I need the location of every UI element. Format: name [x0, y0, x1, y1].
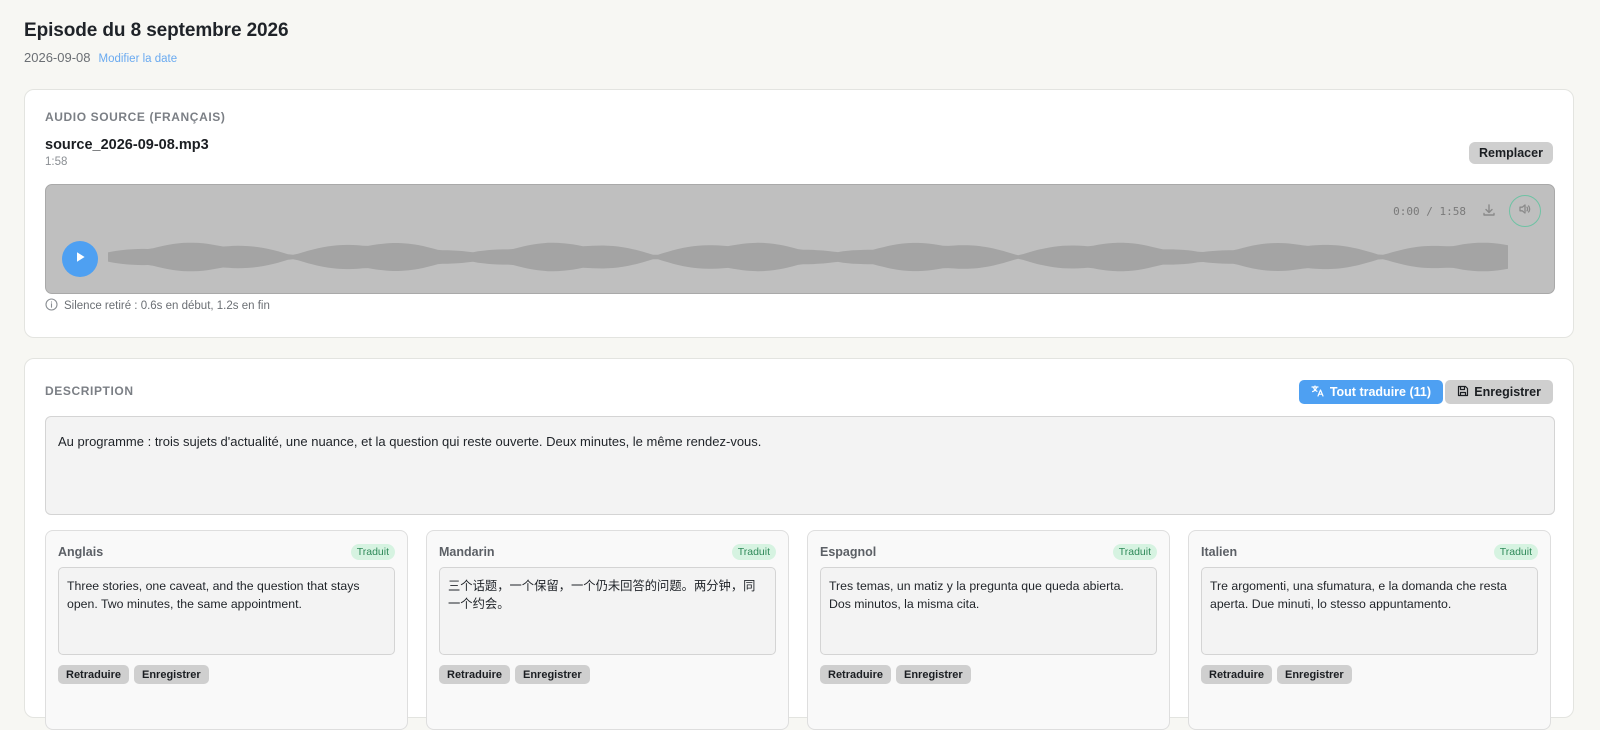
volume-icon — [1518, 202, 1532, 221]
language-name: Anglais — [58, 545, 104, 559]
edit-date-link[interactable]: Modifier la date — [99, 53, 178, 65]
save-translation-button[interactable]: Enregistrer — [896, 665, 971, 684]
waveform[interactable] — [108, 240, 1508, 274]
episode-date: 2026-09-08 — [24, 50, 91, 65]
retranslate-button[interactable]: Retraduire — [820, 665, 892, 684]
download-icon[interactable] — [1482, 203, 1496, 217]
audio-duration: 1:58 — [45, 156, 68, 168]
silence-note-text: Silence retiré : 0.6s en début, 1.2s en … — [64, 300, 270, 312]
description-card: DESCRIPTION Tout traduire (11) Enregistr… — [24, 358, 1574, 730]
translate-all-button[interactable]: Tout traduire (11) — [1298, 380, 1443, 404]
save-translation-button[interactable]: Enregistrer — [1277, 665, 1352, 684]
translate-icon — [1311, 384, 1325, 400]
player-timecode: 0:00 / 1:58 — [1393, 205, 1466, 218]
play-icon — [73, 250, 87, 269]
save-description-label: Enregistrer — [1474, 385, 1541, 399]
save-translation-button[interactable]: Enregistrer — [134, 665, 209, 684]
status-badge: Traduit — [1493, 544, 1538, 560]
save-icon — [1457, 385, 1469, 400]
status-badge: Traduit — [731, 544, 776, 560]
audio-section-label: AUDIO SOURCE (FRANÇAIS) — [45, 110, 226, 124]
language-name: Mandarin — [439, 545, 495, 559]
translate-all-label: Tout traduire (11) — [1329, 385, 1431, 399]
replace-button[interactable]: Remplacer — [1469, 142, 1553, 164]
save-translation-button[interactable]: Enregistrer — [515, 665, 590, 684]
status-badge: Traduit — [1112, 544, 1157, 560]
translation-card-espagnol: Espagnol Traduit Tres temas, un matiz y … — [807, 530, 1170, 730]
translation-text-field[interactable]: Three stories, one caveat, and the quest… — [58, 567, 395, 655]
description-text-field[interactable]: Au programme : trois sujets d'actualité,… — [45, 416, 1555, 515]
audio-player: 0:00 / 1:58 — [45, 184, 1555, 294]
translation-card-anglais: Anglais Traduit Three stories, one cavea… — [45, 530, 408, 730]
retranslate-button[interactable]: Retraduire — [439, 665, 511, 684]
page-title: Episode du 8 septembre 2026 — [24, 20, 289, 41]
translation-card-italien: Italien Traduit Tre argomenti, una sfuma… — [1188, 530, 1551, 730]
audio-filename: source_2026-09-08.mp3 — [45, 137, 209, 153]
silence-note: Silence retiré : 0.6s en début, 1.2s en … — [45, 298, 270, 314]
translation-text-field[interactable]: Tre argomenti, una sfumatura, e la doman… — [1201, 567, 1538, 655]
play-button[interactable] — [62, 241, 98, 277]
volume-button[interactable] — [1509, 195, 1541, 227]
episode-date-row: 2026-09-08 Modifier la date — [24, 50, 288, 65]
description-section-label: DESCRIPTION — [45, 384, 134, 398]
translation-card-mandarin: Mandarin Traduit 三个话题，一个保留，一个仍未回答的问题。两分钟… — [426, 530, 789, 730]
retranslate-button[interactable]: Retraduire — [1201, 665, 1273, 684]
status-badge: Traduit — [350, 544, 395, 560]
translation-text-field[interactable]: Tres temas, un matiz y la pregunta que q… — [820, 567, 1157, 655]
translation-text-field[interactable]: 三个话题，一个保留，一个仍未回答的问题。两分钟，同一个约会。 — [439, 567, 776, 655]
language-name: Italien — [1201, 545, 1238, 559]
audio-source-card: AUDIO SOURCE (FRANÇAIS) source_2026-09-0… — [24, 89, 1574, 338]
save-description-button[interactable]: Enregistrer — [1445, 380, 1553, 404]
info-icon — [45, 298, 58, 314]
language-name: Espagnol — [820, 545, 877, 559]
page-header: Episode du 8 septembre 2026 2026-09-08 M… — [24, 20, 289, 65]
retranslate-button[interactable]: Retraduire — [58, 665, 130, 684]
